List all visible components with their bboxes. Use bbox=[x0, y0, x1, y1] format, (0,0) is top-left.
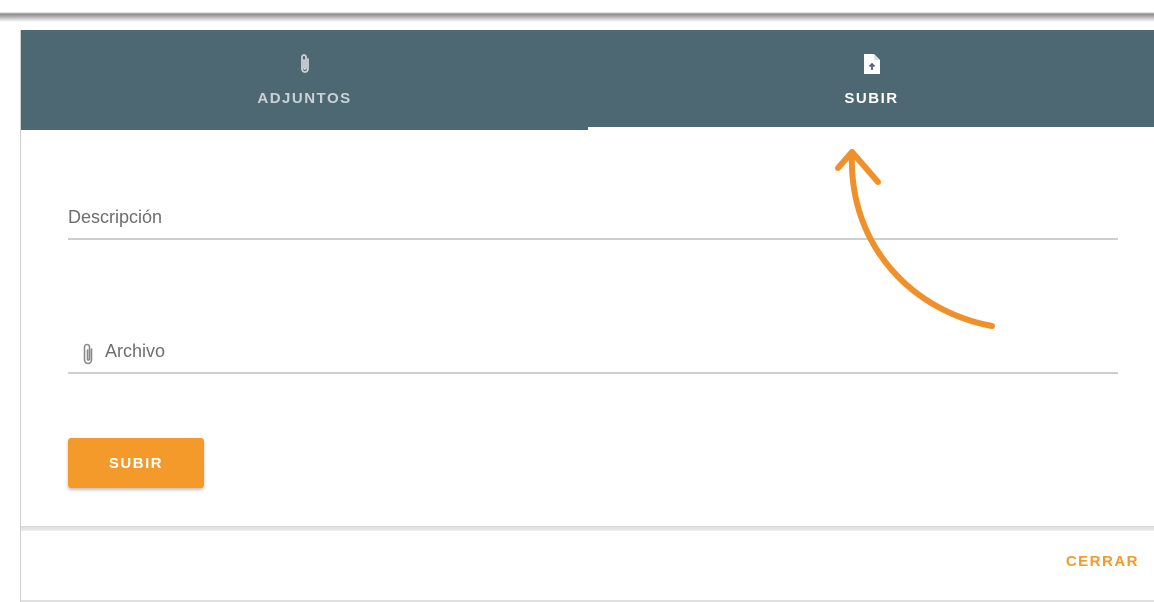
tab-adjuntos-label: ADJUNTOS bbox=[257, 90, 352, 107]
window-top-edge bbox=[0, 0, 1154, 30]
paperclip-icon bbox=[295, 52, 315, 76]
upload-dialog: ADJUNTOS SUBIR Descripción Archivo SUBIR… bbox=[20, 30, 1154, 602]
description-placeholder: Descripción bbox=[68, 207, 163, 227]
upload-button[interactable]: SUBIR bbox=[68, 438, 204, 488]
footer-divider bbox=[21, 526, 1154, 531]
tab-adjuntos[interactable]: ADJUNTOS bbox=[21, 30, 588, 130]
page: ADJUNTOS SUBIR Descripción Archivo SUBIR… bbox=[0, 0, 1154, 602]
upload-file-icon bbox=[862, 52, 882, 76]
file-placeholder: Archivo bbox=[105, 341, 166, 361]
description-field[interactable]: Descripción bbox=[68, 202, 1118, 240]
tab-subir-label: SUBIR bbox=[844, 90, 899, 107]
file-field[interactable]: Archivo bbox=[68, 336, 1118, 374]
tab-bar: ADJUNTOS SUBIR bbox=[21, 30, 1154, 130]
tab-subir[interactable]: SUBIR bbox=[588, 30, 1154, 130]
close-button[interactable]: CERRAR bbox=[1066, 553, 1139, 570]
paperclip-icon bbox=[81, 342, 95, 366]
